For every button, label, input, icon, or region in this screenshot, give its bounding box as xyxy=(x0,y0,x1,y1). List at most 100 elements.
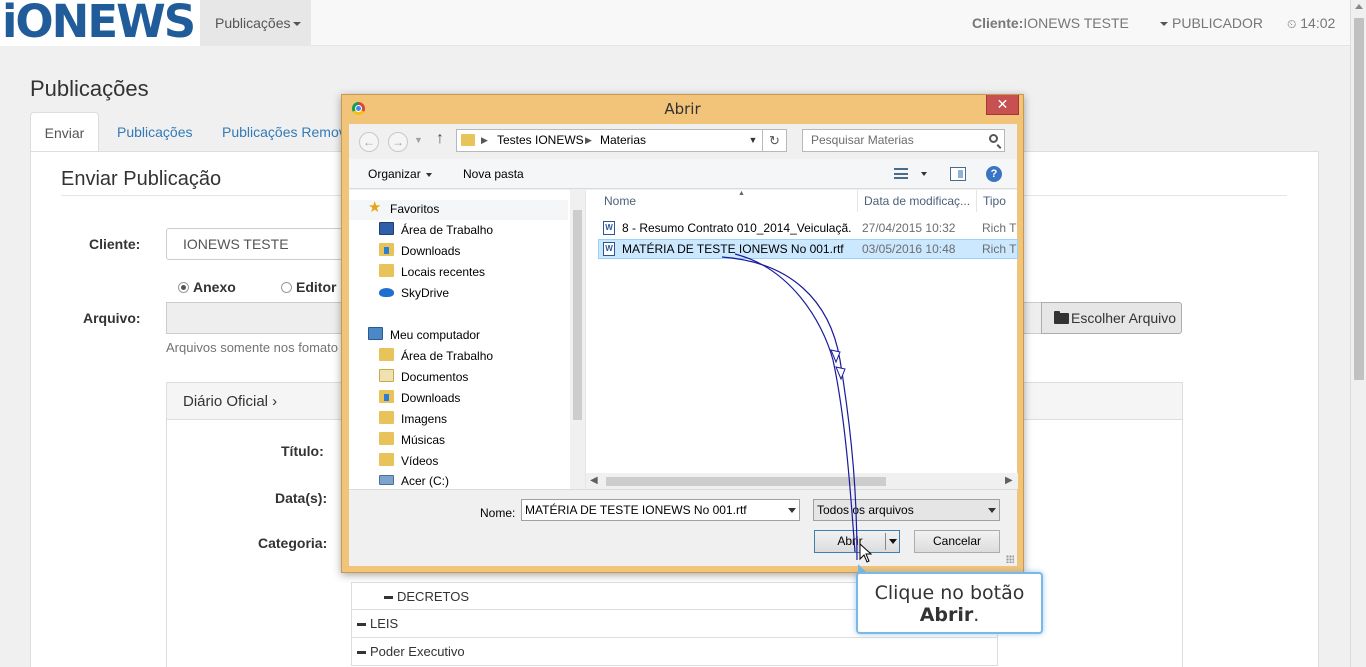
column-header-label: Nome xyxy=(604,194,637,208)
nav-pc-area-de-trabalho[interactable]: Área de Trabalho xyxy=(379,348,493,364)
dialog-body: ← → ▼ ↑ ▶ Testes IONEWS ▶ Materias ▼ ↻ P… xyxy=(349,124,1018,566)
documents-icon xyxy=(379,369,394,382)
caret-down-icon xyxy=(292,22,301,27)
hscroll-thumb[interactable] xyxy=(606,477,886,486)
word-document-icon: W xyxy=(603,242,615,256)
nav-meu-computador[interactable]: Meu computador xyxy=(368,327,480,343)
up-folder-icon[interactable]: ↑ xyxy=(436,130,444,148)
scroll-right-arrow-icon[interactable]: ▶ xyxy=(1005,475,1013,486)
chrome-icon xyxy=(352,102,365,115)
file-row-selected[interactable]: W MATÉRIA DE TESTE IONEWS No 001.rtf 03/… xyxy=(598,239,1018,259)
breadcrumb-separator-icon: ▶ xyxy=(481,135,488,145)
callout-emphasis: Abrir xyxy=(919,604,974,626)
address-bar[interactable]: ▶ Testes IONEWS ▶ Materias ▼ xyxy=(456,129,763,152)
tree-item-label: LEIS xyxy=(370,616,399,631)
address-dropdown-icon[interactable]: ▼ xyxy=(746,130,760,151)
nova-pasta-button[interactable]: Nova pasta xyxy=(463,159,524,189)
refresh-button[interactable]: ↻ xyxy=(763,129,787,152)
resize-grip-icon[interactable] xyxy=(1006,555,1014,563)
recent-locations-icon[interactable]: ▼ xyxy=(414,135,423,145)
tab-enviar[interactable]: Enviar xyxy=(30,112,99,152)
dialog-titlebar[interactable]: Abrir ✕ xyxy=(342,95,1023,123)
callout-line1: Clique no botão xyxy=(874,582,1025,604)
organizar-menu[interactable]: Organizar xyxy=(368,159,432,189)
tab-publicacoes-removidas[interactable]: Publicações Removi xyxy=(222,112,349,152)
radio-editor[interactable]: Editor xyxy=(281,279,336,295)
cliente-select[interactable]: IONEWS TESTE xyxy=(166,228,346,260)
page-scroll-thumb[interactable] xyxy=(1354,18,1364,380)
clock: ⏲ 14:02 xyxy=(1287,0,1335,46)
abrir-dropdown-icon[interactable] xyxy=(889,539,897,544)
cancelar-button[interactable]: Cancelar xyxy=(914,530,1000,553)
column-header-nome[interactable]: ▲ Nome xyxy=(598,190,858,212)
logo[interactable]: iONEWS xyxy=(0,0,200,48)
radio-anexo-label: Anexo xyxy=(193,279,236,295)
scroll-left-arrow-icon[interactable]: ◀ xyxy=(590,475,598,486)
forward-button[interactable]: → xyxy=(388,132,408,152)
nav-documentos[interactable]: Documentos xyxy=(379,369,468,385)
view-options-icon[interactable] xyxy=(894,168,908,179)
radio-checked-icon xyxy=(178,282,189,293)
cliente-indicator-value: IONEWS TESTE xyxy=(1023,15,1129,31)
nav-skydrive[interactable]: SkyDrive xyxy=(379,285,449,301)
publicador-menu[interactable]: PUBLICADOR xyxy=(1160,0,1263,46)
nav-label: Locais recentes xyxy=(401,265,486,279)
preview-pane-icon[interactable] xyxy=(950,167,966,181)
tree-item-poder-executivo[interactable]: Poder Executivo xyxy=(351,638,998,666)
clock-time: 14:02 xyxy=(1300,15,1336,31)
nav-musicas[interactable]: Músicas xyxy=(379,432,445,448)
arquivo-label: Arquivo: xyxy=(83,310,141,326)
minus-icon xyxy=(357,623,366,627)
filename-label: Nome: xyxy=(480,506,516,520)
folder-icon xyxy=(379,348,394,361)
caret-down-icon[interactable] xyxy=(788,508,796,513)
back-button[interactable]: ← xyxy=(359,132,379,152)
nav-pc-downloads[interactable]: Downloads xyxy=(379,390,460,406)
nav-pane-scrollbar[interactable] xyxy=(570,190,585,489)
diario-oficial-title: Diário Oficial › xyxy=(183,393,278,410)
tab-publicacoes[interactable]: Publicações xyxy=(117,112,193,152)
nav-acer-c[interactable]: Acer (C:) xyxy=(379,473,449,489)
file-type-filter[interactable]: Todos os arquivos xyxy=(813,499,1000,521)
caret-down-icon xyxy=(1160,22,1168,27)
file-type: Rich T xyxy=(982,221,1017,235)
arquivo-field[interactable] xyxy=(166,302,346,334)
nav-imagens[interactable]: Imagens xyxy=(379,411,447,427)
column-header-data[interactable]: Data de modificaç... xyxy=(858,190,977,212)
desktop-icon xyxy=(379,222,394,235)
nav-favoritos[interactable]: ★ Favoritos xyxy=(368,200,439,217)
file-row[interactable]: W 8 - Resumo Contrato 010_2014_Veiculaçã… xyxy=(598,218,1018,238)
nav-downloads[interactable]: Downloads xyxy=(379,243,460,259)
file-date: 03/05/2016 10:48 xyxy=(862,242,956,256)
tree-item-label: Poder Executivo xyxy=(370,644,465,659)
file-name: MATÉRIA DE TESTE IONEWS No 001.rtf xyxy=(622,242,844,256)
abrir-button[interactable]: Abrir xyxy=(814,530,900,553)
mouse-pointer-icon xyxy=(859,543,873,563)
search-input[interactable]: Pesquisar Materias xyxy=(802,129,1005,152)
filename-combobox[interactable]: MATÉRIA DE TESTE IONEWS No 001.rtf xyxy=(521,499,800,521)
organizar-label: Organizar xyxy=(368,167,421,181)
top-navbar: iONEWS Publicações Cliente:IONEWS TESTE … xyxy=(0,0,1350,48)
radio-anexo[interactable]: Anexo xyxy=(178,279,236,295)
publicacoes-menu[interactable]: Publicações xyxy=(200,0,311,46)
breadcrumb-testes-ionews[interactable]: Testes IONEWS xyxy=(497,130,584,151)
column-header-tipo[interactable]: Tipo xyxy=(977,190,1018,212)
help-icon[interactable]: ? xyxy=(986,166,1002,182)
escolher-arquivo-button[interactable]: Escolher Arquivo xyxy=(1041,302,1182,334)
nav-area-de-trabalho[interactable]: Área de Trabalho xyxy=(379,222,493,238)
pictures-icon xyxy=(379,411,394,424)
clock-icon: ⏲ xyxy=(1287,17,1297,31)
file-list-hscrollbar[interactable]: ◀ ▶ xyxy=(586,473,1018,489)
nav-locais-recentes[interactable]: Locais recentes xyxy=(379,264,485,280)
nav-label: Meu computador xyxy=(390,328,481,342)
page-scrollbar[interactable] xyxy=(1350,0,1366,667)
dialog-close-button[interactable]: ✕ xyxy=(986,95,1019,115)
scroll-up-arrow-icon[interactable] xyxy=(1355,4,1363,9)
word-document-icon: W xyxy=(603,221,615,235)
minus-icon xyxy=(384,596,393,600)
caret-down-icon[interactable] xyxy=(921,172,927,176)
nav-videos[interactable]: Vídeos xyxy=(379,453,438,469)
nav-pane-scroll-thumb[interactable] xyxy=(573,210,582,420)
navigation-pane: ★ Favoritos Área de Trabalho Downloads Lo… xyxy=(349,190,585,489)
breadcrumb-materias[interactable]: Materias xyxy=(600,130,646,151)
